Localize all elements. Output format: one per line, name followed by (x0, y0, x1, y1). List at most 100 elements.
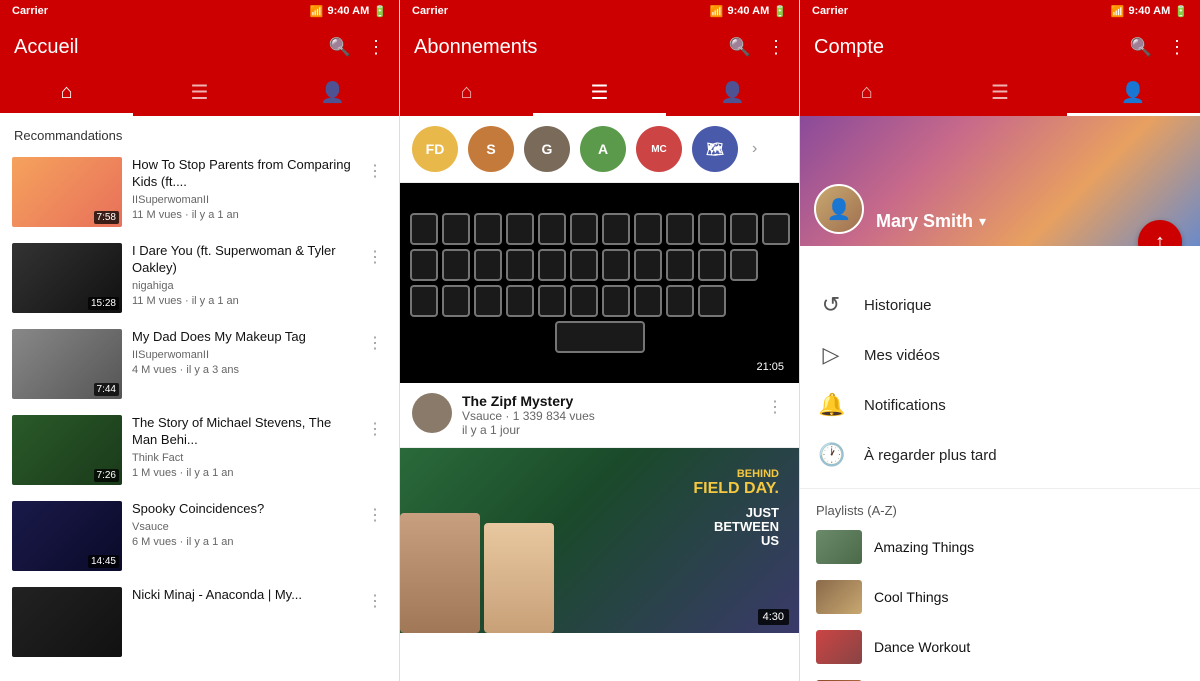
playlist-thumbnail (816, 530, 862, 564)
left-tab-account[interactable]: 👤 (266, 72, 399, 116)
mid-wifi-icon: 📶 (710, 5, 724, 18)
menu-item-notifications[interactable]: 🔔 Notifications (800, 380, 1200, 430)
profile-avatar: 👤 (814, 184, 864, 234)
video-stats: 11 M vues · il y a 1 an (132, 294, 353, 309)
notifications-icon: 🔔 (818, 392, 844, 418)
video-info: Nicki Minaj - Anaconda | My... (132, 587, 353, 606)
mid-tab-home[interactable]: ⌂ (400, 72, 533, 116)
mid-time: 9:40 AM (728, 5, 770, 17)
video-thumbnail: 7:44 (12, 329, 122, 399)
table-row[interactable]: 7:26 The Story of Michael Stevens, The M… (0, 407, 399, 493)
video-more-icon[interactable]: ⋮ (363, 501, 387, 529)
featured-video[interactable]: 21:05 (400, 183, 799, 383)
right-battery-icon: 🔋 (1174, 5, 1188, 18)
menu-item-watch-later[interactable]: 🕐 À regarder plus tard (800, 430, 1200, 480)
channel-avatar[interactable]: MC (636, 126, 682, 172)
watch-later-icon: 🕐 (818, 442, 844, 468)
mid-header-icons: 🔍 ⋮ (729, 37, 785, 58)
table-row[interactable]: 7:58 How To Stop Parents from Comparing … (0, 149, 399, 235)
channel-scroll-arrow[interactable]: › (752, 140, 757, 158)
right-tab-subscriptions[interactable]: ☰ (933, 72, 1066, 116)
channel-avatar[interactable]: A (580, 126, 626, 172)
channel-avatar[interactable]: FD (412, 126, 458, 172)
featured-time: il y a 1 jour (462, 423, 753, 437)
video-duration: 7:26 (94, 469, 119, 482)
video-info: How To Stop Parents from Comparing Kids … (132, 157, 353, 224)
channel-avatar[interactable]: 🗺 (692, 126, 738, 172)
list-item[interactable]: Delicious (800, 672, 1200, 681)
second-video[interactable]: BEHIND FIELD DAY. JUST BETWEEN US 4:30 (400, 448, 799, 633)
profile-chevron-icon[interactable]: ▾ (979, 213, 986, 230)
left-tab-home[interactable]: ⌂ (0, 72, 133, 116)
right-tab-account[interactable]: 👤 (1067, 72, 1200, 116)
featured-more-icon[interactable]: ⋮ (763, 393, 787, 421)
video-duration: 14:45 (88, 555, 119, 568)
history-icon: ↺ (818, 292, 844, 318)
left-wifi-icon: 📶 (310, 5, 324, 18)
featured-duration: 21:05 (751, 359, 789, 375)
playlist-name: Amazing Things (874, 539, 974, 555)
video-more-icon[interactable]: ⋮ (363, 415, 387, 443)
right-carrier: Carrier (812, 5, 848, 17)
left-tab-subscriptions[interactable]: ☰ (133, 72, 266, 116)
left-more-icon[interactable]: ⋮ (367, 37, 385, 58)
list-item[interactable]: Amazing Things (800, 522, 1200, 572)
video-more-icon[interactable]: ⋮ (363, 243, 387, 271)
video-info: I Dare You (ft. Superwoman & Tyler Oakle… (132, 243, 353, 310)
left-status-bar: Carrier 📶 9:40 AM 🔋 (0, 0, 399, 22)
mid-tab-subscriptions[interactable]: ☰ (533, 72, 666, 116)
menu-item-my-videos[interactable]: ▷ Mes vidéos (800, 330, 1200, 380)
playlist-thumbnail (816, 580, 862, 614)
playlist-name: Cool Things (874, 589, 948, 605)
channel-avatar[interactable]: S (468, 126, 514, 172)
second-video-duration: 4:30 (758, 609, 789, 625)
table-row[interactable]: Nicki Minaj - Anaconda | My... ⋮ (0, 579, 399, 665)
left-section-title: Recommandations (0, 116, 399, 149)
featured-title: The Zipf Mystery (462, 393, 753, 409)
video-more-icon[interactable]: ⋮ (363, 157, 387, 185)
video-info: My Dad Does My Makeup Tag IISuperwomanII… (132, 329, 353, 379)
left-content: Recommandations 7:58 How To Stop Parents… (0, 116, 399, 681)
video-thumbnail: 7:58 (12, 157, 122, 227)
left-title: Accueil (14, 36, 78, 59)
table-row[interactable]: 14:45 Spooky Coincidences? Vsauce 6 M vu… (0, 493, 399, 579)
playlist-name: Dance Workout (874, 639, 970, 655)
upload-button[interactable]: ↑ (1138, 220, 1182, 246)
mid-search-icon[interactable]: 🔍 (729, 37, 751, 58)
video-channel: nigahiga (132, 279, 353, 294)
right-time: 9:40 AM (1129, 5, 1171, 17)
video-title: Spooky Coincidences? (132, 501, 353, 518)
featured-meta: Vsauce · 1 339 834 vues (462, 409, 753, 423)
video-duration: 7:58 (94, 211, 119, 224)
mid-header: Abonnements 🔍 ⋮ (400, 22, 799, 72)
right-title: Compte (814, 36, 884, 59)
left-search-icon[interactable]: 🔍 (329, 37, 351, 58)
profile-name-row: Mary Smith ▾ (876, 211, 986, 232)
right-search-icon[interactable]: 🔍 (1130, 37, 1152, 58)
mid-tab-account[interactable]: 👤 (666, 72, 799, 116)
history-label: Historique (864, 297, 932, 314)
table-row[interactable]: 7:44 My Dad Does My Makeup Tag IISuperwo… (0, 321, 399, 407)
list-item[interactable]: Cool Things (800, 572, 1200, 622)
video-thumbnail: 7:26 (12, 415, 122, 485)
table-row[interactable]: 15:28 I Dare You (ft. Superwoman & Tyler… (0, 235, 399, 321)
featured-video-info: The Zipf Mystery Vsauce · 1 339 834 vues… (400, 383, 799, 448)
featured-details: The Zipf Mystery Vsauce · 1 339 834 vues… (462, 393, 753, 437)
video-more-icon[interactable]: ⋮ (363, 587, 387, 615)
left-panel: Carrier 📶 9:40 AM 🔋 Accueil 🔍 ⋮ ⌂ ☰ 👤 Re… (0, 0, 400, 681)
right-tab-home[interactable]: ⌂ (800, 72, 933, 116)
mid-more-icon[interactable]: ⋮ (767, 37, 785, 58)
video-info: Spooky Coincidences? Vsauce 6 M vues · i… (132, 501, 353, 551)
menu-item-history[interactable]: ↺ Historique (800, 280, 1200, 330)
right-more-icon[interactable]: ⋮ (1168, 37, 1186, 58)
right-nav-tabs: ⌂ ☰ 👤 (800, 72, 1200, 116)
right-panel: Carrier 📶 9:40 AM 🔋 Compte 🔍 ⋮ ⌂ ☰ 👤 👤 M… (800, 0, 1200, 681)
left-time: 9:40 AM (328, 5, 370, 17)
video-title: How To Stop Parents from Comparing Kids … (132, 157, 353, 191)
channel-avatar[interactable]: G (524, 126, 570, 172)
notifications-label: Notifications (864, 397, 946, 414)
list-item[interactable]: Dance Workout (800, 622, 1200, 672)
video-title: The Story of Michael Stevens, The Man Be… (132, 415, 353, 449)
video-more-icon[interactable]: ⋮ (363, 329, 387, 357)
video-title: Nicki Minaj - Anaconda | My... (132, 587, 353, 604)
